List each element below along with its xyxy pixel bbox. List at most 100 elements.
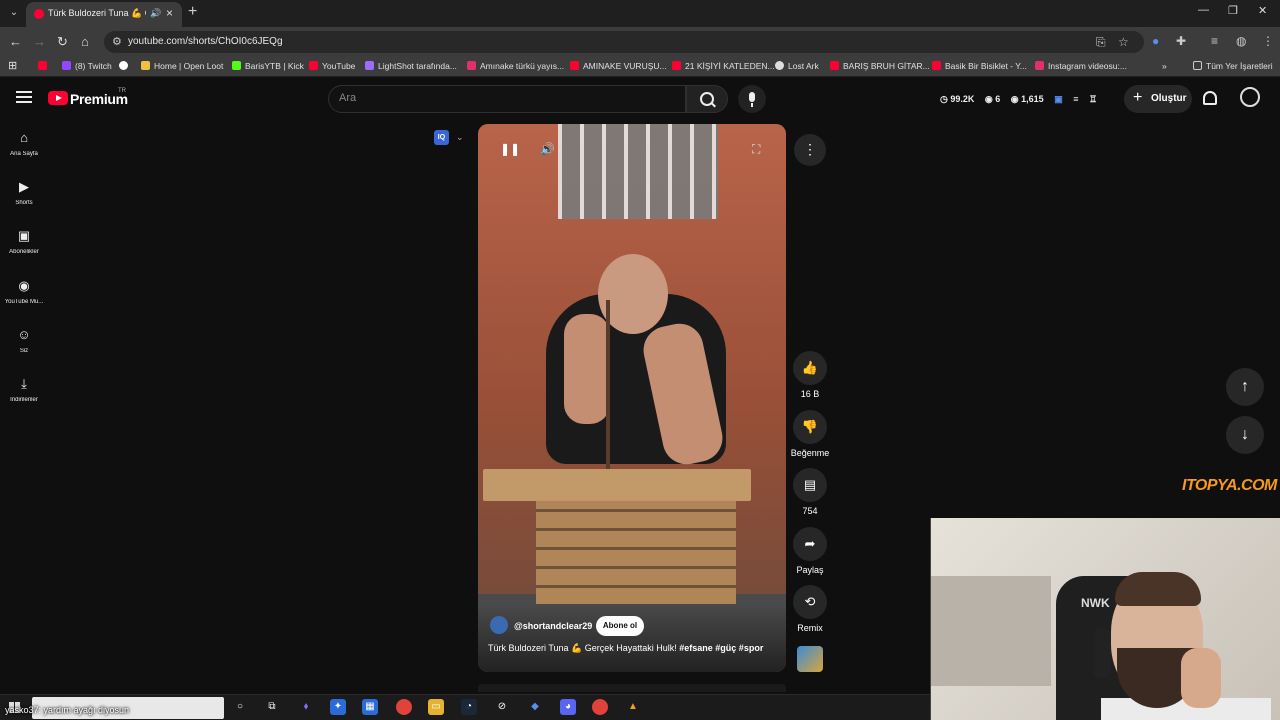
channel-avatar[interactable] — [490, 616, 508, 634]
bookmark-item[interactable] — [119, 61, 132, 71]
bookmark-item[interactable]: LightShot tarafında... — [365, 61, 457, 71]
list-icon[interactable]: ≡ — [1073, 94, 1078, 104]
more-options-button[interactable]: ⋮ — [794, 134, 826, 166]
lost-ark-icon — [775, 61, 784, 70]
chrome-icon[interactable] — [592, 699, 608, 715]
chat-caption: yasko37: yardım ayağı diyosun — [5, 705, 130, 715]
comments-button[interactable]: ▤ 754 — [786, 468, 834, 516]
sidebar-item-subscriptions[interactable]: ▣ Abonelikler — [0, 229, 48, 273]
kick-icon — [232, 61, 241, 70]
shorts-video-player[interactable]: ❚❚ 🔊 ⛶ @shortandclear29 Abone ol Türk Bu… — [478, 124, 786, 672]
like-button[interactable]: 👍 16 B — [786, 351, 834, 399]
tab-close-icon[interactable]: × — [166, 6, 173, 20]
hamburger-menu-icon[interactable] — [16, 91, 32, 103]
close-window-button[interactable]: ✕ — [1258, 4, 1267, 17]
bookmark-item[interactable]: Instagram videosu:... — [1035, 61, 1127, 71]
discord-icon[interactable]: ◕ — [560, 699, 576, 715]
bookmark-item[interactable]: AMINAKE VURUŞU... — [570, 61, 667, 71]
minimize-button[interactable]: — — [1198, 4, 1209, 16]
app-icon[interactable]: ▲ — [625, 699, 641, 715]
iq-extension-badge[interactable]: IQ — [434, 130, 449, 145]
home-icon[interactable]: ⌂ — [81, 34, 89, 49]
apps-icon[interactable]: ⊞ — [8, 59, 17, 72]
chevron-down-icon[interactable]: ⌄ — [456, 132, 464, 143]
shorts-icon: ▶ — [19, 179, 29, 194]
forward-icon[interactable]: → — [33, 34, 46, 49]
lightshot-icon — [365, 61, 374, 70]
bookmark-star-icon[interactable]: ☆ — [1118, 35, 1129, 49]
tab-search-icon[interactable]: ⌄ — [6, 5, 22, 21]
subscribe-button[interactable]: Abone ol — [596, 616, 644, 636]
user-icon: ☺ — [17, 327, 31, 342]
store-icon[interactable]: ▦ — [362, 699, 378, 715]
region-code: TR — [118, 88, 126, 94]
bookmark-item[interactable]: Home | Open Loot — [141, 61, 223, 71]
back-icon[interactable]: ← — [9, 34, 22, 49]
sidebar-item-you[interactable]: ☺ Siz — [0, 328, 48, 372]
bookmark-item[interactable]: YouTube — [309, 61, 355, 71]
steam-icon[interactable]: ◔ — [461, 699, 477, 715]
all-bookmarks[interactable]: Tüm Yer İşaretleri — [1193, 61, 1273, 71]
browser-tab-active[interactable]: Türk Buldozeri Tuna 💪 Gerçek Hayattaki H… — [26, 2, 182, 27]
share-button[interactable]: ➦ Paylaş — [786, 527, 834, 575]
sidebar-item-home[interactable]: ⌂ Ana Sayfa — [0, 131, 48, 175]
chrome-icon[interactable] — [396, 699, 412, 715]
bookmark-item[interactable]: Amınake türkü yayıs... — [467, 61, 564, 71]
channel-name[interactable]: @shortandclear29 — [514, 621, 592, 631]
voice-search-icon[interactable] — [738, 85, 766, 113]
bookmark-item[interactable]: BARIŞ BRUH GİTAR... — [830, 61, 930, 71]
extensions-puzzle-icon[interactable]: ✚ — [1176, 34, 1186, 48]
notifications-bell-icon[interactable] — [1203, 91, 1217, 105]
profile-icon[interactable]: ◍ — [1236, 34, 1246, 48]
extension-icon[interactable]: ▣ — [1054, 94, 1063, 104]
dislike-button[interactable]: 👎 Beğenme — [786, 410, 834, 458]
address-bar[interactable]: ⚙ youtube.com/shorts/ChOI0c6JEQg ⎘ ☆ — [104, 31, 1144, 53]
previous-short-button[interactable]: ↑ — [1226, 368, 1264, 406]
create-button[interactable]: + Oluştur — [1124, 85, 1192, 113]
pause-icon[interactable]: ❚❚ — [500, 142, 520, 156]
install-app-icon[interactable]: ⎘ — [1096, 35, 1106, 50]
next-short-button[interactable]: ↓ — [1226, 416, 1264, 454]
app-icon[interactable]: ⬧ — [298, 699, 314, 715]
copilot-icon[interactable]: ✦ — [330, 699, 346, 715]
youtube-logo-icon[interactable] — [48, 91, 68, 105]
bookmark-item[interactable] — [38, 61, 51, 71]
app-icon[interactable]: ◆ — [527, 699, 543, 715]
sponsor-watermark: ITOPYA.COM — [1182, 477, 1277, 494]
reload-icon[interactable]: ↻ — [57, 34, 68, 50]
site-info-icon[interactable]: ⚙ — [112, 35, 122, 48]
audio-source-thumbnail[interactable] — [797, 646, 823, 672]
fullscreen-icon[interactable]: ⛶ — [752, 142, 760, 157]
volume-icon[interactable]: 🔊 — [540, 142, 555, 156]
webcam-shelf — [931, 576, 1051, 686]
cortana-icon[interactable]: ○ — [232, 699, 248, 715]
task-view-icon[interactable]: ⧉ — [264, 699, 280, 715]
sidebar-item-downloads[interactable]: ⤓ İndirilenler — [0, 377, 48, 421]
menu-icon[interactable]: ⋮ — [1262, 34, 1274, 48]
youtube-icon — [38, 61, 47, 70]
file-explorer-icon[interactable]: ▭ — [428, 699, 444, 715]
sidebar-item-shorts[interactable]: ▶ Shorts — [0, 180, 48, 224]
search-button[interactable] — [686, 85, 728, 113]
sidebar-item-youtube-music[interactable]: ◉ YouTube Mu... — [0, 279, 48, 323]
restore-button[interactable]: ❐ — [1228, 4, 1238, 17]
tab-audio-icon[interactable]: 🔊 — [150, 8, 161, 19]
bookmark-item[interactable]: (8) Twitch — [62, 61, 112, 71]
account-avatar[interactable] — [1240, 87, 1260, 107]
bookmark-item[interactable]: Basik Bir Bisiklet - Y... — [932, 61, 1027, 71]
bookmark-item[interactable]: 21 KİŞİYİ KATLEDEN... — [672, 61, 775, 71]
app-icon[interactable]: ⊘ — [494, 699, 510, 715]
bookmarks-overflow[interactable]: » — [1162, 61, 1167, 71]
video-title[interactable]: Türk Buldozeri Tuna 💪 Gerçek Hayattaki H… — [488, 643, 780, 654]
extension-icon[interactable]: ● — [1152, 34, 1159, 48]
new-tab-button[interactable]: + — [188, 3, 197, 21]
webcam-hand — [1181, 648, 1221, 708]
remix-button[interactable]: ⟲ Remix — [786, 585, 834, 633]
browser-toolbar: ← → ↻ ⌂ ⚙ youtube.com/shorts/ChOI0c6JEQg… — [0, 27, 1280, 57]
bookmark-item[interactable]: Lost Ark — [775, 61, 819, 71]
youtube-icon — [672, 61, 681, 70]
search-input[interactable] — [339, 92, 669, 104]
media-control-icon[interactable]: ≡ — [1211, 34, 1218, 48]
trophy-icon[interactable]: ♖ — [1089, 94, 1097, 104]
bookmark-item[interactable]: BarisYTB | Kick — [232, 61, 304, 71]
